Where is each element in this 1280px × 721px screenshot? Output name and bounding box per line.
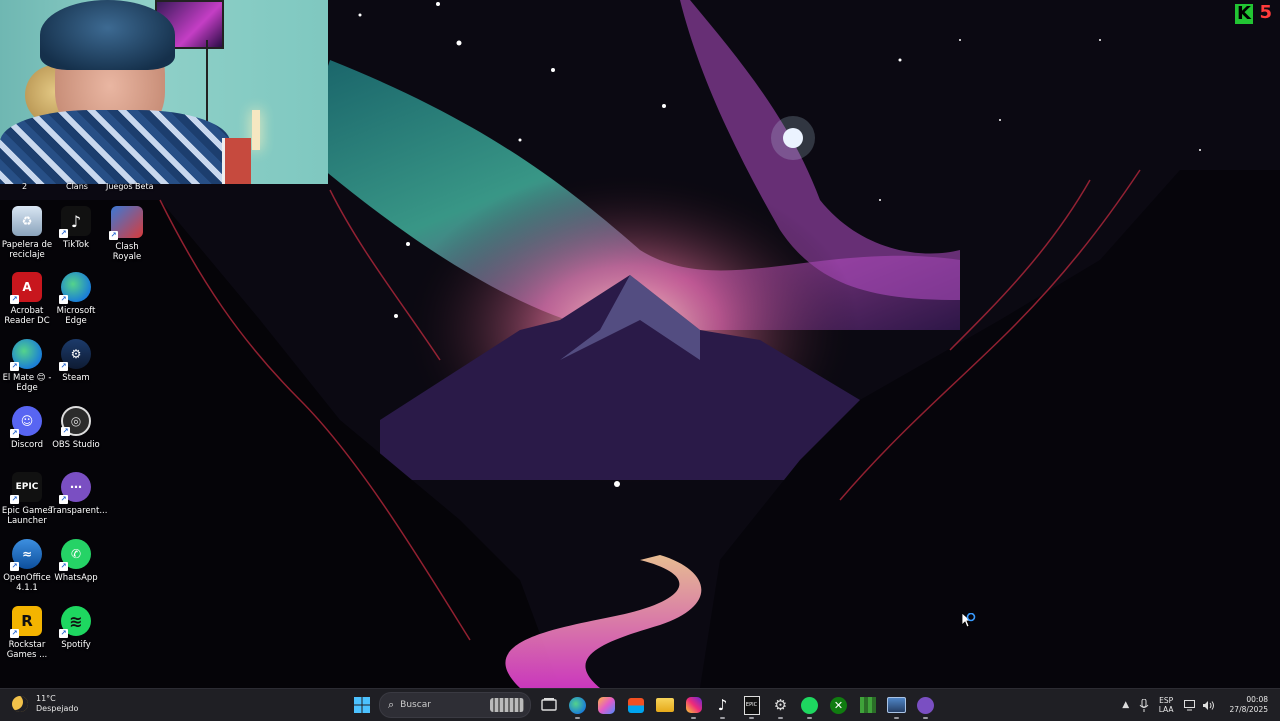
desktop-icon-transparent[interactable]: ⋯ ↗ Transparent... — [49, 472, 107, 516]
webcam-overlay — [0, 0, 328, 184]
desktop-icon-whatsapp[interactable]: ✆ ↗ WhatsApp — [49, 539, 103, 583]
tiktok-icon: ♪ — [717, 696, 728, 714]
overlay-number: 5 — [1259, 2, 1272, 23]
folder-icon — [655, 698, 674, 712]
moon-icon — [12, 696, 28, 712]
webcam-chair — [222, 138, 251, 184]
search-input[interactable] — [398, 699, 493, 711]
taskbar-instagram[interactable] — [682, 694, 705, 719]
busy-cursor-icon — [961, 612, 978, 633]
desktop-icon-steam[interactable]: ⚙ ↗ Steam — [49, 339, 103, 383]
cutoff-label: Clans — [66, 182, 88, 191]
weather-temperature: 11°C — [36, 694, 56, 703]
weather-condition: Despejado — [36, 704, 79, 713]
edge-profile-icon: ↗ — [10, 339, 42, 371]
rockstar-icon: R ↗ — [10, 606, 42, 638]
webcam-person-shirt — [0, 110, 230, 184]
show-hidden-icons-button[interactable]: ▲ — [1117, 700, 1135, 710]
discord-icon: ☺ ↗ — [10, 406, 42, 438]
minecraft-icon — [859, 697, 876, 713]
webcam-lamp — [252, 110, 260, 150]
desktop-icon-spotify[interactable]: ≋ ↗ Spotify — [49, 606, 103, 650]
recycle-bin-icon: ♻ — [12, 206, 42, 236]
taskbar-minecraft[interactable] — [856, 694, 879, 717]
desktop-icon-obs[interactable]: ◎ ↗ OBS Studio — [49, 406, 103, 450]
desktop-icon-discord[interactable]: ☺ ↗ Discord — [0, 406, 54, 450]
spotify-icon: ≋ ↗ — [59, 606, 91, 638]
transparent-app-icon: ⋯ ↗ — [59, 472, 91, 504]
weather-widget[interactable]: 11°C Despejado — [12, 694, 78, 714]
taskbar-apps: ⌕ ♪ EPIC — [350, 692, 937, 719]
desktop-icon-tiktok[interactable]: ♪ ↗ TikTok — [49, 206, 103, 250]
taskbar-media[interactable] — [885, 694, 908, 719]
taskbar-edge[interactable] — [566, 694, 589, 719]
whatsapp-icon: ✆ ↗ — [59, 539, 91, 571]
clash-royale-icon: ↗ — [109, 206, 143, 240]
windows-start-icon — [353, 697, 370, 713]
edge-icon — [569, 696, 586, 714]
taskbar-xbox[interactable]: ✕ — [827, 694, 850, 717]
instagram-icon — [685, 697, 702, 713]
edge-icon: ↗ — [59, 272, 91, 304]
taskbar-epic-games[interactable]: EPIC — [740, 694, 763, 719]
volume-icon[interactable] — [1202, 698, 1216, 712]
desktop-icon-microsoft-edge[interactable]: ↗ Microsoft Edge — [49, 272, 103, 326]
media-icon — [887, 697, 906, 713]
system-tray: ▲ ESP LAA 00:08 27/8/2025 — [1117, 689, 1280, 721]
chatgpt-icon: ⚙ — [773, 696, 788, 714]
tiktok-icon: ♪ ↗ — [59, 206, 91, 238]
overlay-k-logo: K — [1235, 4, 1253, 24]
task-view-icon — [540, 698, 557, 711]
openoffice-icon: ≈ ↗ — [10, 539, 42, 571]
clock-date: 27/8/2025 — [1229, 705, 1268, 714]
taskbar: 11°C Despejado ⌕ Buscar ♪ EPIC ⚙ ✕ ▲ ESP… — [0, 688, 1280, 721]
taskbar-tiktok[interactable]: ♪ — [711, 694, 734, 719]
spotify-icon — [801, 696, 818, 714]
taskbar-clock[interactable]: 00:08 27/8/2025 — [1230, 695, 1268, 715]
epic-games-icon: EPIC — [743, 695, 760, 715]
desktop-icon-edge-profile[interactable]: ↗ El Mate 😊 - Edge — [0, 339, 54, 393]
taskbar-copilot[interactable] — [595, 694, 618, 717]
taskbar-file-explorer[interactable] — [653, 694, 676, 717]
desktop-icon-acrobat[interactable]: A ↗ Acrobat Reader DC — [0, 272, 54, 326]
taskbar-store[interactable] — [624, 694, 647, 717]
language-indicator[interactable]: ESP LAA — [1159, 696, 1174, 714]
clock-time: 00:08 — [1246, 695, 1268, 704]
cutoff-icon-labels: 2 Clans Juegos Beta — [0, 182, 160, 194]
webcam-person-hat — [40, 0, 175, 70]
acrobat-icon: A ↗ — [10, 272, 42, 304]
taskbar-spotify[interactable] — [798, 694, 821, 719]
microphone-icon[interactable] — [1137, 698, 1151, 712]
desktop-icon-rockstar[interactable]: R ↗ Rockstar Games ... — [0, 606, 54, 660]
desktop-icon-openoffice[interactable]: ≈ ↗ OpenOffice 4.1.1 — [0, 539, 54, 593]
xbox-icon: ✕ — [830, 696, 847, 714]
obs-icon: ◎ ↗ — [61, 406, 91, 436]
start-button[interactable] — [350, 694, 373, 717]
search-icon: ⌕ — [388, 698, 395, 711]
desktop-icon-recycle-bin[interactable]: ♻ Papelera de reciclaje — [0, 206, 54, 260]
cutoff-label: Juegos Beta — [106, 182, 154, 191]
taskbar-search[interactable]: ⌕ — [379, 692, 531, 718]
epic-games-icon: EPIC ↗ — [10, 472, 42, 504]
transparent-app-icon — [917, 696, 934, 714]
copilot-icon — [598, 696, 615, 714]
desktop-icon-clash-royale[interactable]: ↗ Clash Royale — [100, 206, 154, 262]
task-view-button[interactable] — [537, 694, 560, 717]
store-icon — [627, 697, 644, 713]
desktop-icon-epic-games[interactable]: EPIC ↗ Epic Games Launcher — [0, 472, 54, 526]
network-icon[interactable] — [1184, 698, 1198, 712]
taskbar-chatgpt[interactable]: ⚙ — [769, 694, 792, 719]
taskbar-transparent-app[interactable] — [914, 694, 937, 719]
search-highlight-icon — [490, 698, 524, 712]
cutoff-label: 2 — [22, 182, 28, 191]
steam-icon: ⚙ ↗ — [59, 339, 91, 371]
